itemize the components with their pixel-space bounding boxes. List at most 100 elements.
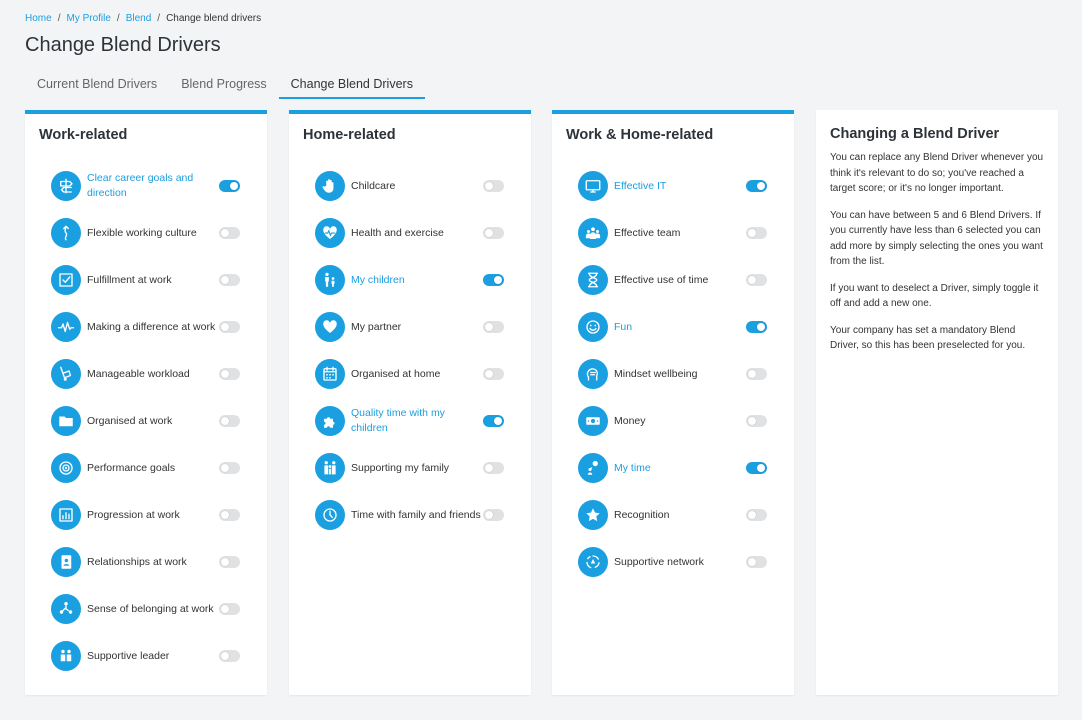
tab-change-blend-drivers[interactable]: Change Blend Drivers: [278, 72, 425, 99]
tab-current-blend-drivers[interactable]: Current Blend Drivers: [25, 72, 169, 99]
driver-label: Manageable workload: [87, 367, 190, 380]
clock-icon: [315, 500, 345, 530]
page-title: Change Blend Drivers: [25, 34, 221, 56]
flexible-arrow-icon: [51, 218, 81, 248]
driver-item: Clear career goals and direction: [51, 166, 281, 206]
driver-toggle[interactable]: [483, 509, 504, 521]
monitor-icon: [578, 171, 608, 201]
panel-title: Home-related: [303, 127, 396, 143]
info-paragraph: You can replace any Blend Driver wheneve…: [830, 152, 1044, 194]
driver-toggle[interactable]: [746, 180, 767, 192]
driver-label: Fulfillment at work: [87, 273, 172, 286]
driver-label: My time: [614, 461, 651, 474]
driver-item: Supporting my family: [315, 448, 545, 488]
driver-item: Flexible working culture: [51, 213, 281, 253]
target-icon: [51, 453, 81, 483]
driver-label: Performance goals: [87, 461, 176, 474]
driver-item: Sense of belonging at work: [51, 589, 281, 629]
driver-label: Time with family and friends: [351, 508, 481, 521]
hand-truck-icon: [51, 359, 81, 389]
breadcrumb-profile-link[interactable]: My Profile: [66, 13, 110, 24]
driver-label: Recognition: [614, 508, 670, 521]
driver-label: Supportive network: [614, 555, 704, 568]
star-icon: [578, 500, 608, 530]
driver-toggle[interactable]: [219, 227, 240, 239]
driver-toggle[interactable]: [746, 509, 767, 521]
tab-blend-progress[interactable]: Blend Progress: [169, 72, 278, 99]
panel-title: Work-related: [39, 127, 128, 143]
driver-toggle[interactable]: [219, 556, 240, 568]
calendar-icon: [315, 359, 345, 389]
hand-icon: [315, 171, 345, 201]
work-related-panel: Work-related Clear career goals and dire…: [25, 110, 267, 695]
driver-item: Manageable workload: [51, 354, 281, 394]
person-thought-icon: [578, 453, 608, 483]
driver-toggle[interactable]: [746, 274, 767, 286]
driver-toggle[interactable]: [483, 368, 504, 380]
driver-toggle[interactable]: [219, 509, 240, 521]
driver-label: Organised at home: [351, 367, 441, 380]
driver-item: Childcare: [315, 166, 545, 206]
driver-toggle[interactable]: [746, 227, 767, 239]
driver-label: Mindset wellbeing: [614, 367, 698, 380]
people-together-icon: [51, 641, 81, 671]
driver-item: Organised at work: [51, 401, 281, 441]
driver-toggle[interactable]: [483, 227, 504, 239]
driver-label: Effective team: [614, 226, 681, 239]
driver-item: Effective use of time: [578, 260, 808, 300]
breadcrumb-home-link[interactable]: Home: [25, 13, 52, 24]
network-cycle-icon: [578, 547, 608, 577]
driver-label: Relationships at work: [87, 555, 187, 568]
driver-label: Making a difference at work: [87, 320, 216, 333]
breadcrumb: Home / My Profile / Blend / Change blend…: [25, 13, 261, 24]
driver-label: Flexible working culture: [87, 226, 197, 239]
driver-item: Supportive network: [578, 542, 808, 582]
heartbeat-icon: [315, 218, 345, 248]
driver-toggle[interactable]: [483, 321, 504, 333]
driver-label: Effective use of time: [614, 273, 709, 286]
heart-icon: [315, 312, 345, 342]
info-paragraph: If you want to deselect a Driver, simply…: [830, 282, 1039, 310]
breadcrumb-separator: /: [157, 13, 161, 24]
driver-toggle[interactable]: [746, 462, 767, 474]
contact-book-icon: [51, 547, 81, 577]
driver-toggle[interactable]: [219, 180, 240, 192]
driver-toggle[interactable]: [219, 462, 240, 474]
driver-toggle[interactable]: [483, 462, 504, 474]
banknote-icon: [578, 406, 608, 436]
driver-toggle[interactable]: [746, 556, 767, 568]
driver-item: My partner: [315, 307, 545, 347]
driver-item: Making a difference at work: [51, 307, 281, 347]
driver-toggle[interactable]: [483, 180, 504, 192]
driver-toggle[interactable]: [219, 603, 240, 615]
driver-item: Effective team: [578, 213, 808, 253]
signpost-icon: [51, 171, 81, 201]
driver-toggle[interactable]: [483, 415, 504, 427]
driver-item: Performance goals: [51, 448, 281, 488]
driver-toggle[interactable]: [219, 415, 240, 427]
driver-toggle[interactable]: [746, 321, 767, 333]
driver-label: Effective IT: [614, 179, 667, 192]
info-title: Changing a Blend Driver: [830, 126, 1000, 142]
driver-label: Health and exercise: [351, 226, 444, 239]
driver-item: Supportive leader: [51, 636, 281, 676]
folder-icon: [51, 406, 81, 436]
driver-toggle[interactable]: [219, 321, 240, 333]
family-icon: [315, 453, 345, 483]
tab-bar: Current Blend Drivers Blend Progress Cha…: [25, 72, 425, 99]
driver-item: Quality time with my children: [315, 401, 545, 441]
breadcrumb-current: Change blend drivers: [166, 13, 262, 24]
driver-toggle[interactable]: [483, 274, 504, 286]
driver-toggle[interactable]: [219, 274, 240, 286]
smile-icon: [578, 312, 608, 342]
driver-toggle[interactable]: [746, 415, 767, 427]
driver-label: Childcare: [351, 179, 396, 192]
driver-toggle[interactable]: [746, 368, 767, 380]
driver-toggle[interactable]: [219, 650, 240, 662]
breadcrumb-blend-link[interactable]: Blend: [126, 13, 152, 24]
driver-item: Fulfillment at work: [51, 260, 281, 300]
driver-label: My partner: [351, 320, 402, 333]
driver-label: Fun: [614, 320, 633, 333]
driver-toggle[interactable]: [219, 368, 240, 380]
driver-item: Mindset wellbeing: [578, 354, 808, 394]
